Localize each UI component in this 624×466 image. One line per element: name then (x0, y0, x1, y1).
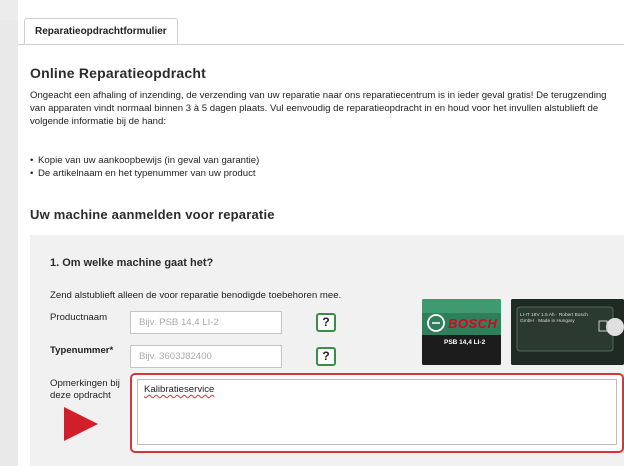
remarks-textarea[interactable]: Kalibratieservice (137, 379, 617, 445)
model-text: PSB 14,4 LI-2 (444, 339, 486, 346)
form-content: Online Reparatieopdracht Ongeacht een af… (18, 45, 624, 466)
remarks-highlight: Kalibratieservice (130, 373, 624, 453)
intro-text: Ongeacht een afhaling of inzending, de v… (30, 90, 607, 127)
remarks-value: Kalibratieservice (144, 384, 215, 395)
list-item: De artikelnaam en het typenummer van uw … (30, 167, 259, 180)
remarks-label: Opmerkingen bij deze opdracht (50, 378, 120, 401)
nameplate-text: LI-IT 18V 1.5 Ah · Robert Bosch GmbH · M… (520, 313, 588, 324)
brand-text: BOSCH (448, 316, 498, 331)
section-title: Uw machine aanmelden voor reparatie (30, 207, 275, 222)
type-number-input[interactable] (130, 345, 282, 368)
tab-reparatieopdrachtformulier[interactable]: Reparatieopdrachtformulier (24, 18, 178, 44)
tool-photo: BOSCH PSB 14,4 LI-2 (422, 299, 501, 365)
type-help-button[interactable]: ? (316, 347, 336, 366)
product-help-button[interactable]: ? (316, 313, 336, 332)
nameplate-image (511, 299, 624, 365)
type-number-label: Typenummer* (50, 345, 114, 356)
list-item: Kopie van uw aankoopbewijs (in geval van… (30, 154, 259, 167)
product-name-input[interactable] (130, 311, 282, 334)
nameplate-photo: LI-IT 18V 1.5 Ah · Robert Bosch GmbH · M… (511, 299, 624, 365)
tool-photo-image (422, 299, 501, 365)
accessories-note: Zend alstublieft alleen de voor reparati… (50, 290, 342, 301)
page-title: Online Reparatieopdracht (30, 65, 206, 81)
red-arrow-indicator (64, 407, 98, 441)
question-heading: 1. Om welke machine gaat het? (50, 257, 214, 269)
machine-section: 1. Om welke machine gaat het? Zend alstu… (30, 235, 624, 466)
product-name-label: Productnaam (50, 312, 108, 323)
requirements-list: Kopie van uw aankoopbewijs (in geval van… (30, 154, 259, 180)
tab-bar: Reparatieopdrachtformulier (18, 0, 624, 45)
